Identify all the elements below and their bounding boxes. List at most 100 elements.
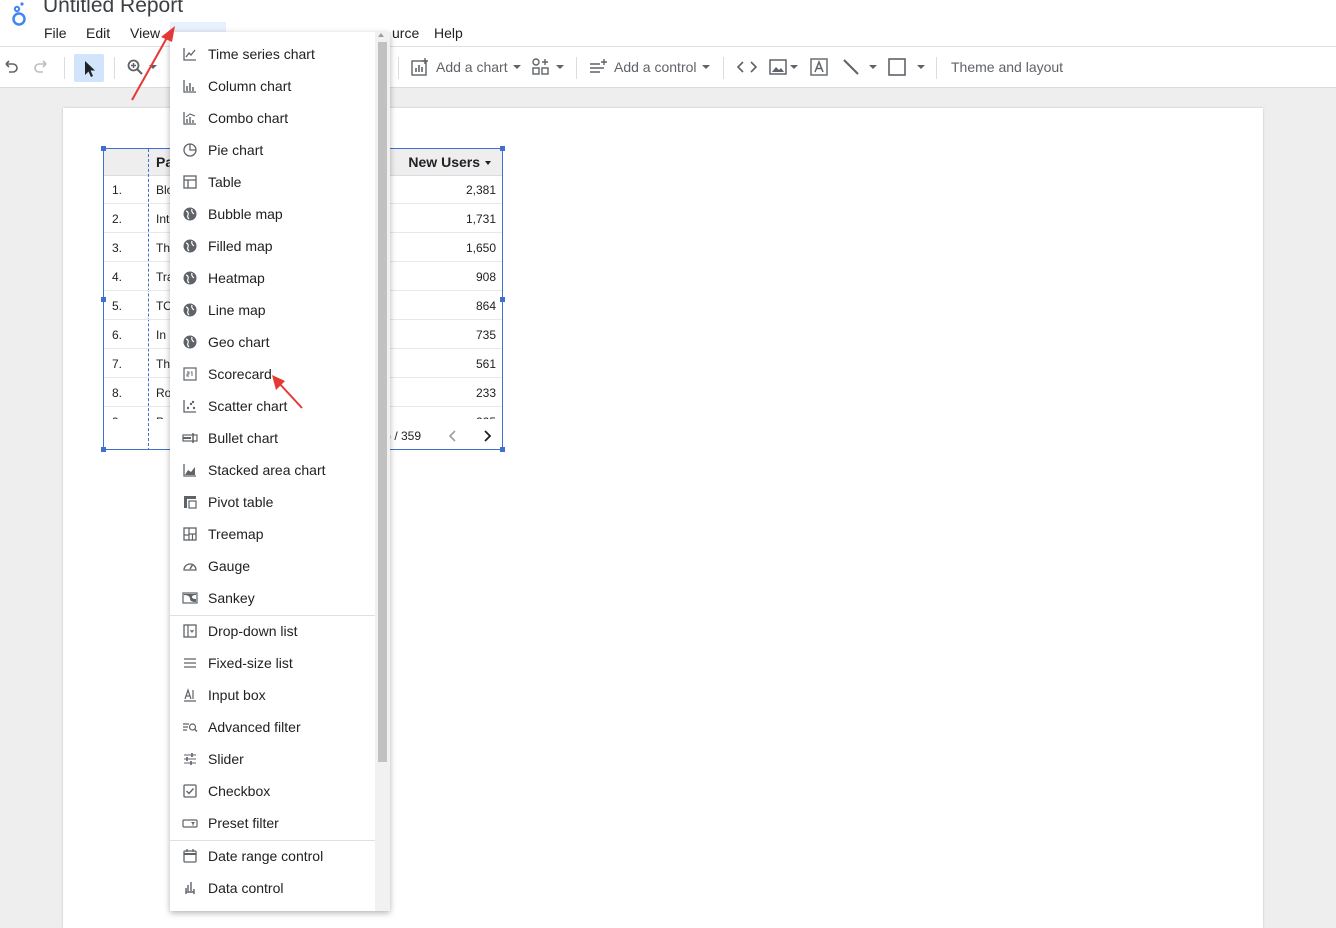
undo-button[interactable] (2, 47, 20, 87)
menu-item-column-chart[interactable]: Column chart (170, 70, 375, 102)
globe-icon (182, 270, 198, 286)
menu-help[interactable]: Help (434, 22, 463, 44)
menu-item-slider[interactable]: Slider (170, 743, 375, 775)
row-value: 1,731 (465, 212, 496, 226)
menu-item-pie-chart[interactable]: Pie chart (170, 134, 375, 166)
chevron-left-icon[interactable] (446, 428, 460, 444)
menu-item-drop-down-list[interactable]: Drop-down list (170, 615, 375, 647)
add-control-label: Add a control (614, 59, 697, 75)
list-icon (182, 655, 198, 671)
menu-item-treemap[interactable]: Treemap (170, 518, 375, 550)
menu-item-scorecard[interactable]: Scorecard (170, 358, 375, 390)
image-button[interactable] (768, 47, 798, 87)
menu-item-bubble-map[interactable]: Bubble map (170, 198, 375, 230)
toolbar-divider (936, 57, 937, 79)
menu-item-label: Heatmap (208, 270, 265, 286)
menu-item-preset-filter[interactable]: Preset filter (170, 807, 375, 839)
table-pagination: ) / 359 (384, 427, 502, 447)
slider-icon (182, 751, 198, 767)
menu-item-data-control[interactable]: Data control (170, 872, 375, 904)
community-visualizations-button[interactable] (531, 47, 564, 87)
scroll-up-arrow-icon[interactable] (378, 33, 384, 37)
insert-menu: Time series chart Column chart Combo cha… (170, 32, 390, 911)
menu-scrollbar-thumb[interactable] (378, 42, 387, 762)
menu-file[interactable]: File (44, 22, 67, 44)
menu-item-line-map[interactable]: Line map (170, 294, 375, 326)
resize-handle[interactable] (101, 447, 106, 452)
menu-resource[interactable]: urce (392, 22, 419, 44)
menu-item-label: Date range control (208, 848, 324, 864)
row-value: 735 (475, 328, 496, 342)
menu-item-label: Column chart (208, 78, 292, 94)
add-chart-icon (411, 58, 428, 76)
resize-handle[interactable] (101, 146, 106, 151)
redo-button[interactable] (32, 47, 50, 87)
advanced-filter-icon (182, 719, 198, 735)
menu-item-combo-chart[interactable]: Combo chart (170, 102, 375, 134)
menu-item-label: Input box (208, 687, 266, 703)
menu-item-label: Drop-down list (208, 623, 298, 639)
menu-item-label: Scatter chart (208, 398, 288, 414)
menu-item-checkbox[interactable]: Checkbox (170, 775, 375, 807)
resize-handle[interactable] (500, 447, 505, 452)
menu-item-label: Treemap (208, 526, 264, 542)
menu-insert[interactable] (170, 22, 226, 32)
menu-item-input-box[interactable]: Input box (170, 679, 375, 711)
globe-icon (182, 206, 198, 222)
line-button[interactable] (841, 47, 877, 87)
menu-item-label: Time series chart (208, 46, 315, 62)
menu-item-scatter-chart[interactable]: Scatter chart (170, 390, 375, 422)
menu-item-label: Table (208, 174, 242, 190)
column-header-new-users[interactable]: New Users (408, 154, 480, 170)
menu-item-label: Pivot table (208, 494, 274, 510)
add-chart-button[interactable]: Add a chart (410, 47, 521, 87)
resize-handle[interactable] (500, 297, 505, 302)
pivot-table-icon (182, 494, 198, 510)
menu-item-geo-chart[interactable]: Geo chart (170, 326, 375, 358)
toolbar-divider (398, 57, 399, 79)
add-control-button[interactable]: Add a control (588, 47, 710, 87)
theme-layout-label: Theme and layout (951, 59, 1064, 75)
row-value: 864 (475, 299, 496, 313)
menu-item-time-series-chart[interactable]: Time series chart (170, 38, 375, 70)
menu-view[interactable]: View (130, 22, 160, 44)
theme-layout-button[interactable]: Theme and layout (951, 47, 1063, 87)
rectangle-icon (888, 58, 906, 76)
redo-icon (34, 60, 47, 73)
shape-button[interactable] (887, 47, 925, 87)
menu-item-advanced-filter[interactable]: Advanced filter (170, 711, 375, 743)
menu-item-sankey[interactable]: Sankey (170, 582, 375, 614)
sort-descending-icon[interactable] (485, 161, 491, 165)
report-title[interactable]: Untitled Report (43, 0, 183, 18)
row-index: 1. (112, 183, 123, 197)
zoom-button[interactable] (126, 47, 157, 87)
scorecard-icon (182, 366, 198, 382)
add-control-icon (590, 59, 607, 73)
chevron-down-icon (790, 65, 798, 69)
menu-item-label: Stacked area chart (208, 462, 326, 478)
chevron-right-icon[interactable] (480, 428, 494, 444)
calendar-icon (182, 848, 198, 864)
menu-edit[interactable]: Edit (86, 22, 110, 44)
menu-item-table[interactable]: Table (170, 166, 375, 198)
menu-item-gauge[interactable]: Gauge (170, 550, 375, 582)
menu-item-filled-map[interactable]: Filled map (170, 230, 375, 262)
toolbar-divider (64, 57, 65, 79)
resize-handle[interactable] (101, 297, 106, 302)
menu-item-bullet-chart[interactable]: Bullet chart (170, 422, 375, 454)
menu-item-label: Data control (208, 880, 284, 896)
resize-handle[interactable] (500, 146, 505, 151)
menu-item-fixed-size-list[interactable]: Fixed-size list (170, 647, 375, 679)
select-tool-button[interactable] (74, 54, 104, 82)
row-value: 561 (475, 357, 496, 371)
toolbar-divider (576, 57, 577, 79)
menu-item-label: Bubble map (208, 206, 283, 222)
embed-url-button[interactable] (736, 47, 758, 87)
text-box-button[interactable] (809, 47, 829, 87)
menu-item-pivot-table[interactable]: Pivot table (170, 486, 375, 518)
menu-item-heatmap[interactable]: Heatmap (170, 262, 375, 294)
menu-item-date-range-control[interactable]: Date range control (170, 840, 375, 872)
menu-item-stacked-area-chart[interactable]: Stacked area chart (170, 454, 375, 486)
chevron-down-icon (556, 65, 564, 69)
input-box-icon (182, 687, 198, 703)
